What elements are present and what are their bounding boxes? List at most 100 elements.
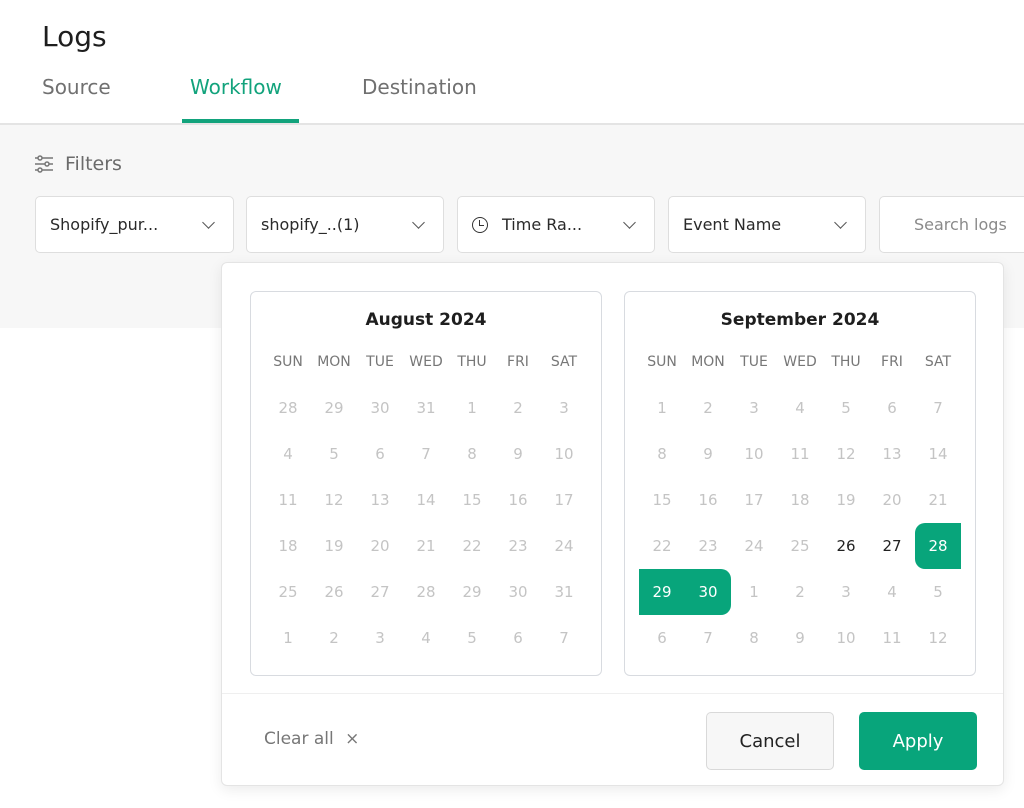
calendar-day: 17: [554, 491, 574, 509]
close-icon: ×: [345, 729, 360, 749]
calendar-day: 6: [513, 629, 523, 647]
weekday-header: TUE: [740, 354, 768, 370]
calendar-day: 8: [749, 629, 759, 647]
clear-all-button[interactable]: Clear all ×: [264, 729, 359, 749]
cancel-button[interactable]: Cancel: [706, 712, 834, 770]
calendar-day: 7: [559, 629, 569, 647]
calendar-day: 19: [836, 491, 856, 509]
calendar-day: 14: [416, 491, 436, 509]
calendar-day: 2: [795, 583, 805, 601]
calendar-day: 20: [882, 491, 902, 509]
calendar-day: 15: [652, 491, 672, 509]
calendar-day: 11: [790, 445, 810, 463]
weekday-header: FRI: [507, 354, 529, 370]
tab-destination[interactable]: Destination: [362, 75, 477, 99]
calendar-day: 5: [841, 399, 851, 417]
weekday-header: SAT: [550, 354, 578, 370]
time-range-value: Time Ra...: [502, 215, 583, 234]
source-value: Shopify_pur...: [50, 215, 159, 234]
calendar-day: 25: [790, 537, 810, 555]
weekday-header: WED: [783, 354, 817, 370]
calendar-day: 23: [508, 537, 528, 555]
calendar-day: 3: [841, 583, 851, 601]
workflow-dropdown[interactable]: shopify_..(1): [246, 196, 444, 253]
calendar-day: 9: [795, 629, 805, 647]
calendar-day: 11: [882, 629, 902, 647]
weekday-header: WED: [409, 354, 443, 370]
calendar-day: 2: [703, 399, 713, 417]
event-name-dropdown[interactable]: Event Name: [668, 196, 866, 253]
calendar-day[interactable]: 30: [685, 569, 731, 615]
source-dropdown[interactable]: Shopify_pur...: [35, 196, 234, 253]
calendar-day: 12: [928, 629, 948, 647]
calendar-day: 9: [703, 445, 713, 463]
calendar-day: 1: [283, 629, 293, 647]
filters-header: Filters: [33, 153, 122, 175]
calendar-day: 11: [278, 491, 298, 509]
calendar-day: 13: [370, 491, 390, 509]
calendar-day: 4: [421, 629, 431, 647]
calendar-day[interactable]: 29: [639, 569, 685, 615]
calendar-day: 1: [749, 583, 759, 601]
calendar-day: 5: [933, 583, 943, 601]
calendar-day: 31: [416, 399, 436, 417]
calendar-day: 26: [324, 583, 344, 601]
calendar-day: 25: [278, 583, 298, 601]
calendar-day: 16: [698, 491, 718, 509]
weekday-header: THU: [831, 354, 861, 370]
calendar-day: 12: [324, 491, 344, 509]
calendar-day: 28: [416, 583, 436, 601]
calendar-day: 18: [278, 537, 298, 555]
filters-label: Filters: [65, 153, 122, 175]
calendar-day: 2: [513, 399, 523, 417]
calendar-august: August 2024 SUN MON TUE WED THU FRI SAT 28 29 30 31…: [250, 291, 602, 676]
month-title: August 2024: [365, 310, 487, 330]
calendar-day: 20: [370, 537, 390, 555]
calendar-day: 22: [652, 537, 672, 555]
chevron-down-icon: [412, 215, 425, 229]
page-title: Logs: [42, 20, 107, 53]
calendar-day: 12: [836, 445, 856, 463]
weekday-header: FRI: [881, 354, 903, 370]
weekday-header: TUE: [366, 354, 394, 370]
calendar-day: 16: [508, 491, 528, 509]
calendar-day: 1: [467, 399, 477, 417]
calendar-day: 17: [744, 491, 764, 509]
calendar-day: 3: [749, 399, 759, 417]
calendar-day[interactable]: 28: [915, 523, 961, 569]
calendar-day: 27: [370, 583, 390, 601]
calendar-day: 21: [416, 537, 436, 555]
weekday-header: SUN: [647, 354, 677, 370]
tab-source[interactable]: Source: [42, 75, 111, 99]
calendar-day: 4: [887, 583, 897, 601]
calendar-day: 9: [513, 445, 523, 463]
calendar-day[interactable]: 27: [869, 523, 915, 569]
calendar-day: 14: [928, 445, 948, 463]
calendar-day: 23: [698, 537, 718, 555]
calendar-day: 15: [462, 491, 482, 509]
search-logs-input[interactable]: Search logs: [879, 196, 1024, 253]
calendar-day: 7: [933, 399, 943, 417]
date-range-picker: August 2024 SUN MON TUE WED THU FRI SAT 28 29 30 31…: [221, 262, 1004, 786]
calendar-day: 8: [467, 445, 477, 463]
weekday-header: THU: [457, 354, 487, 370]
calendar-day: 31: [554, 583, 574, 601]
chevron-down-icon: [623, 215, 636, 229]
apply-button[interactable]: Apply: [859, 712, 977, 770]
chevron-down-icon: [834, 215, 847, 229]
clock-icon: [472, 216, 488, 233]
calendar-day: 5: [329, 445, 339, 463]
tab-workflow[interactable]: Workflow: [190, 75, 282, 99]
calendar-september: September 2024 SUN MON TUE WED THU FRI SAT 1 2 3 4 5…: [624, 291, 976, 676]
calendar-day: 10: [554, 445, 574, 463]
calendar-day[interactable]: 26: [823, 523, 869, 569]
weekday-header: MON: [691, 354, 725, 370]
month-title: September 2024: [720, 310, 880, 330]
time-range-dropdown[interactable]: Time Ra...: [457, 196, 655, 253]
calendar-day: 28: [278, 399, 298, 417]
calendar-day: 24: [554, 537, 574, 555]
calendar-day: 3: [375, 629, 385, 647]
calendar-day: 19: [324, 537, 344, 555]
calendar-day: 4: [795, 399, 805, 417]
calendar-day: 3: [559, 399, 569, 417]
